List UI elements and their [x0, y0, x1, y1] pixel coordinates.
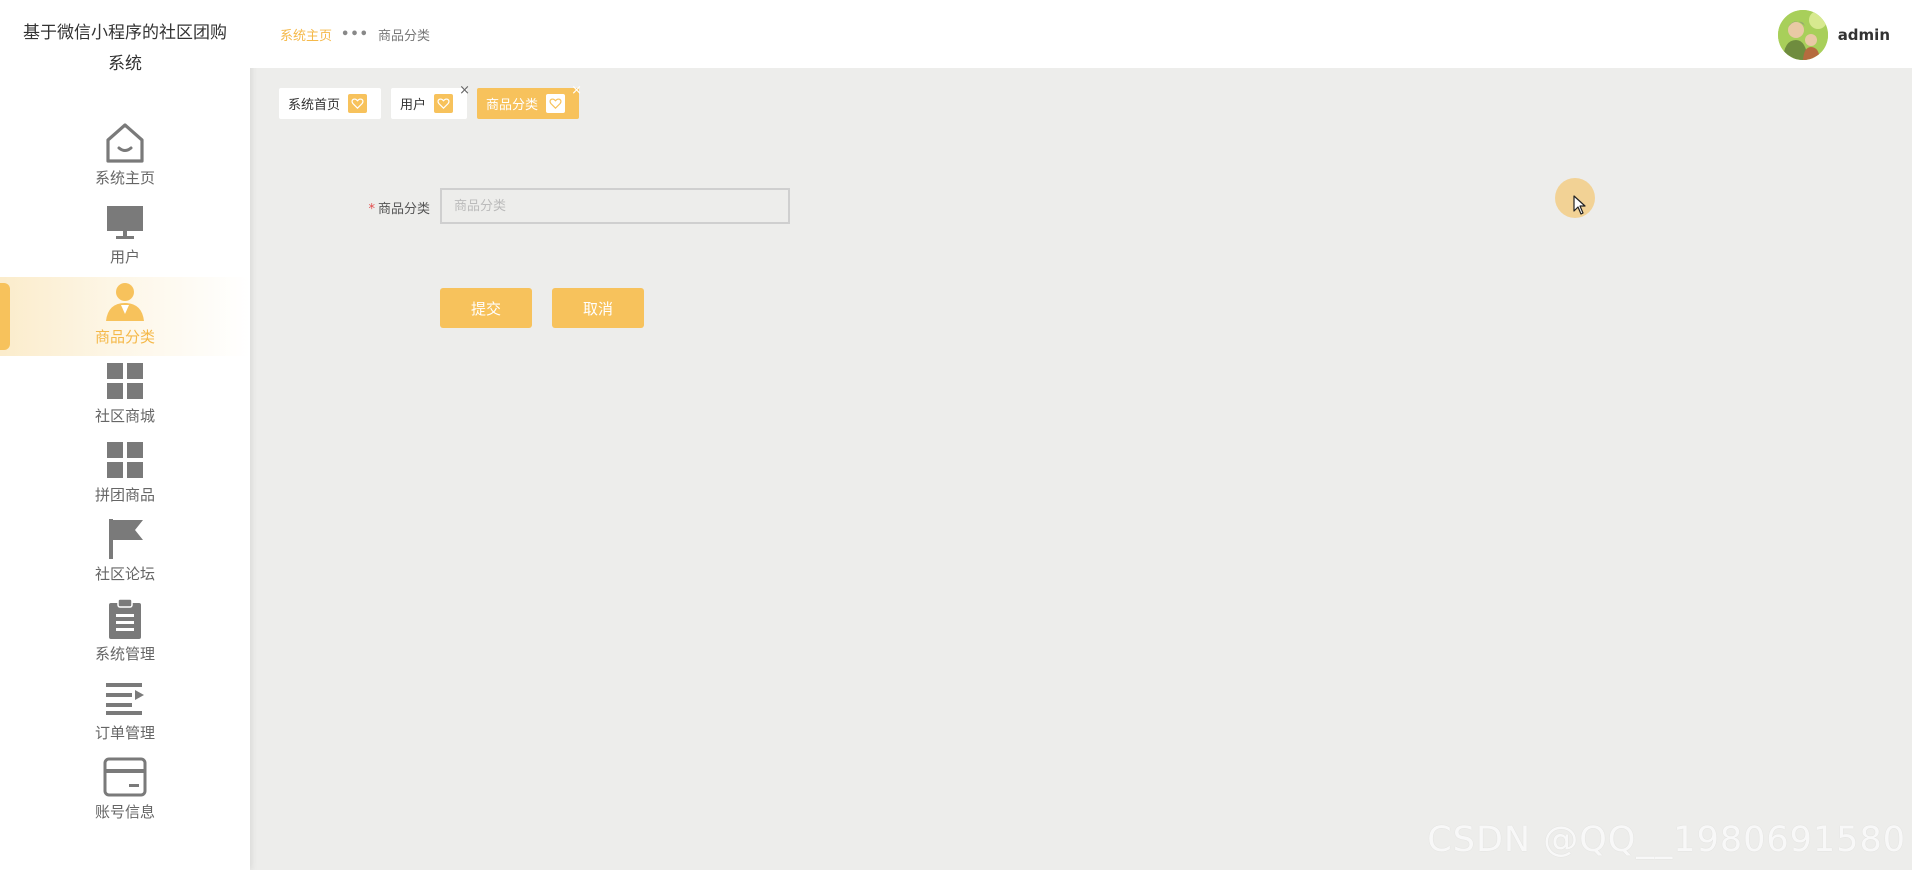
person-icon: [102, 279, 148, 325]
list-icon: [102, 675, 148, 721]
user-menu[interactable]: admin: [1777, 10, 1890, 60]
tag-label: 系统首页: [288, 98, 341, 113]
close-icon[interactable]: ×: [459, 84, 470, 97]
flag-icon: [102, 516, 148, 562]
watermark: CSDN @QQ__1980691580: [1427, 820, 1906, 860]
tag-product-category[interactable]: 商品分类 ×: [477, 84, 582, 119]
sidebar-item-label: 社区论坛: [94, 565, 155, 584]
sidebar-item-label: 系统管理: [94, 644, 155, 663]
breadcrumb-home-link[interactable]: 系统主页: [280, 25, 332, 44]
breadcrumb: 系统主页 ••• 商品分类: [280, 25, 430, 44]
heart-icon: [434, 94, 454, 113]
breadcrumb-current: 商品分类: [377, 29, 430, 44]
app-title: 基于微信小程序的社区团购系统: [23, 23, 227, 74]
heart-icon: [546, 94, 566, 113]
heart-icon: [348, 94, 368, 113]
monitor-icon: [102, 199, 148, 245]
tag-label: 用户: [400, 98, 427, 113]
sidebar-item-label: 拼团商品: [94, 486, 155, 505]
top-bar: 系统主页 ••• 商品分类 admin: [250, 0, 1912, 68]
tag-system-home[interactable]: 系统首页: [279, 88, 382, 119]
close-icon[interactable]: ×: [571, 84, 582, 97]
submit-button[interactable]: 提交: [440, 288, 532, 328]
tag-label: 商品分类: [486, 98, 539, 113]
sidebar-item-label: 系统主页: [94, 169, 155, 187]
grid-icon: [102, 358, 148, 404]
cancel-button[interactable]: 取消: [552, 288, 644, 328]
sidebar-item-system[interactable]: 系统管理: [0, 594, 250, 673]
category-input[interactable]: [440, 188, 790, 224]
avatar[interactable]: [1777, 10, 1828, 60]
sidebar-item-group-buy[interactable]: 拼团商品: [0, 435, 250, 514]
sidebar-item-account[interactable]: 账号信息: [0, 752, 250, 831]
sidebar-item-product-category[interactable]: 商品分类: [0, 276, 250, 356]
sidebar-item-label: 商品分类: [94, 327, 155, 346]
sidebar-item-label: 社区商城: [94, 406, 155, 425]
required-mark: *: [368, 202, 375, 217]
tags-view: 系统首页 用户 × 商品分类 ×: [279, 84, 589, 119]
home-icon: [102, 120, 148, 166]
sidebar-item-orders[interactable]: 订单管理: [0, 673, 250, 752]
card-icon: [102, 754, 148, 800]
sidebar-item-label: 订单管理: [94, 724, 155, 743]
sidebar-item-users[interactable]: 用户: [0, 197, 250, 276]
sidebar: 基于微信小程序的社区团购系统 系统主页 用户 商品分类 社区商城 拼团商品 社区…: [0, 0, 250, 870]
grid-icon: [102, 437, 148, 483]
username[interactable]: admin: [1838, 26, 1890, 44]
sidebar-item-home[interactable]: 系统主页: [0, 118, 250, 197]
sidebar-menu: 系统主页 用户 商品分类 社区商城 拼团商品 社区论坛 系统管理 订单管理 账号…: [0, 118, 250, 832]
sidebar-item-community-mall[interactable]: 社区商城: [0, 356, 250, 435]
sidebar-item-label: 账号信息: [94, 803, 155, 822]
category-field-label-text: 商品分类: [377, 202, 430, 217]
category-field-label: * 商品分类: [330, 198, 430, 217]
clipboard-icon: [102, 596, 148, 642]
breadcrumb-separator: •••: [341, 27, 369, 42]
sidebar-item-forum[interactable]: 社区论坛: [0, 514, 250, 593]
sidebar-item-label: 用户: [109, 248, 140, 267]
mouse-cursor-icon: [1573, 195, 1586, 215]
tag-users[interactable]: 用户 ×: [391, 84, 470, 119]
